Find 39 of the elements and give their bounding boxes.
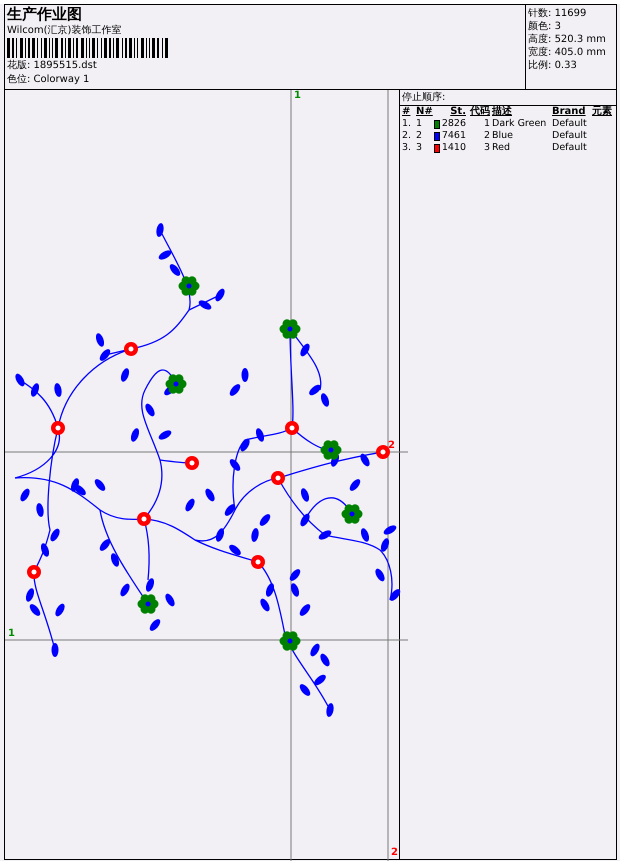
column-header: 代码 (468, 106, 490, 118)
design-stat: 针数: 11699 (528, 7, 588, 20)
sheet-title: 生产作业图 (7, 6, 83, 23)
design-stat: 颜色: 3 (528, 20, 562, 33)
table-cell-text: 2 (416, 130, 424, 142)
column-header: 描述 (492, 106, 513, 118)
design-stat: 宽度: 405.0 mm (528, 46, 607, 59)
table-cell-text: 1 (416, 118, 424, 130)
design-stat: 比例: 0.33 (528, 59, 578, 72)
hoop-guide-label: 1 (8, 629, 15, 639)
design-stat: 高度: 520.3 mm (528, 33, 607, 46)
table-cell-text: Default (552, 130, 588, 142)
column-header: Brand (552, 106, 587, 118)
table-cell-text: Default (552, 142, 588, 154)
column-header: # (402, 106, 412, 118)
colorway-label: 色位: Colorway 1 (7, 73, 90, 86)
table-cell: 2826 (442, 118, 466, 130)
table-cell: 1410 (442, 142, 466, 154)
table-cell-text: 2 (482, 130, 490, 142)
table-cell-text: 2. (402, 130, 412, 142)
table-cell-text: 3 (482, 142, 490, 154)
table-cell-text: Default (552, 118, 588, 130)
table-cell-text: Blue (492, 130, 514, 142)
column-header: 元素 (592, 106, 613, 118)
hoop-guide-label: 1 (294, 91, 301, 101)
column-header: N# (416, 106, 432, 118)
table-cell-text: 1. (402, 118, 412, 130)
column-header: St. (449, 106, 466, 118)
hoop-guide-label: 2 (391, 848, 398, 858)
table-cell-text: Dark Green (492, 118, 548, 130)
table-cell-text: Red (492, 142, 512, 154)
table-cell-text: 3 (416, 142, 424, 154)
design-file: 花版: 1895515.dst (7, 59, 98, 72)
table-cell-text: 1 (482, 118, 490, 130)
company-name: Wilcom(汇京)装饰工作室 (7, 24, 122, 37)
table-cell: 7461 (442, 130, 466, 142)
table-cell-text: 3. (402, 142, 412, 154)
stop-sequence-title: 停止顺序: (400, 90, 616, 106)
hoop-guide-label: 2 (388, 441, 395, 451)
